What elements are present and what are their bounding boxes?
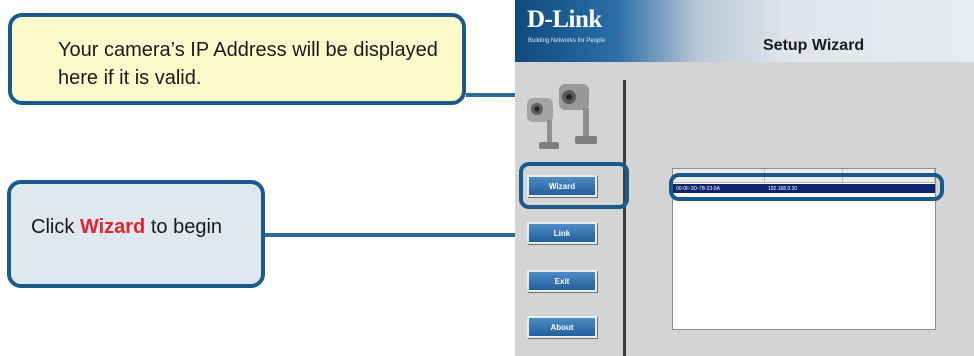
wizard-callout: Click Wizard to begin — [7, 180, 265, 288]
ip-row-highlight — [669, 173, 944, 201]
wizard-callout-suffix: to begin — [145, 216, 223, 238]
link-button[interactable]: Link — [527, 222, 597, 244]
camera-icon — [527, 84, 597, 149]
about-button[interactable]: About — [527, 316, 597, 338]
dlink-logo: D-Link — [527, 6, 602, 33]
wizard-callout-highlight: Wizard — [79, 216, 146, 238]
wizard-button-highlight — [519, 162, 629, 209]
sidebar-divider — [623, 80, 626, 356]
ip-address-callout: Your camera’s IP Address will be display… — [8, 13, 466, 105]
app-title: Setup Wizard — [763, 37, 865, 54]
ip-address-callout-text: Your camera’s IP Address will be display… — [58, 39, 438, 89]
logo-tagline: Building Networks for People — [528, 38, 606, 44]
wizard-callout-prefix: Click — [31, 216, 80, 238]
app-header: D-Link Building Networks for People Setu… — [515, 0, 974, 62]
exit-button[interactable]: Exit — [527, 270, 597, 292]
